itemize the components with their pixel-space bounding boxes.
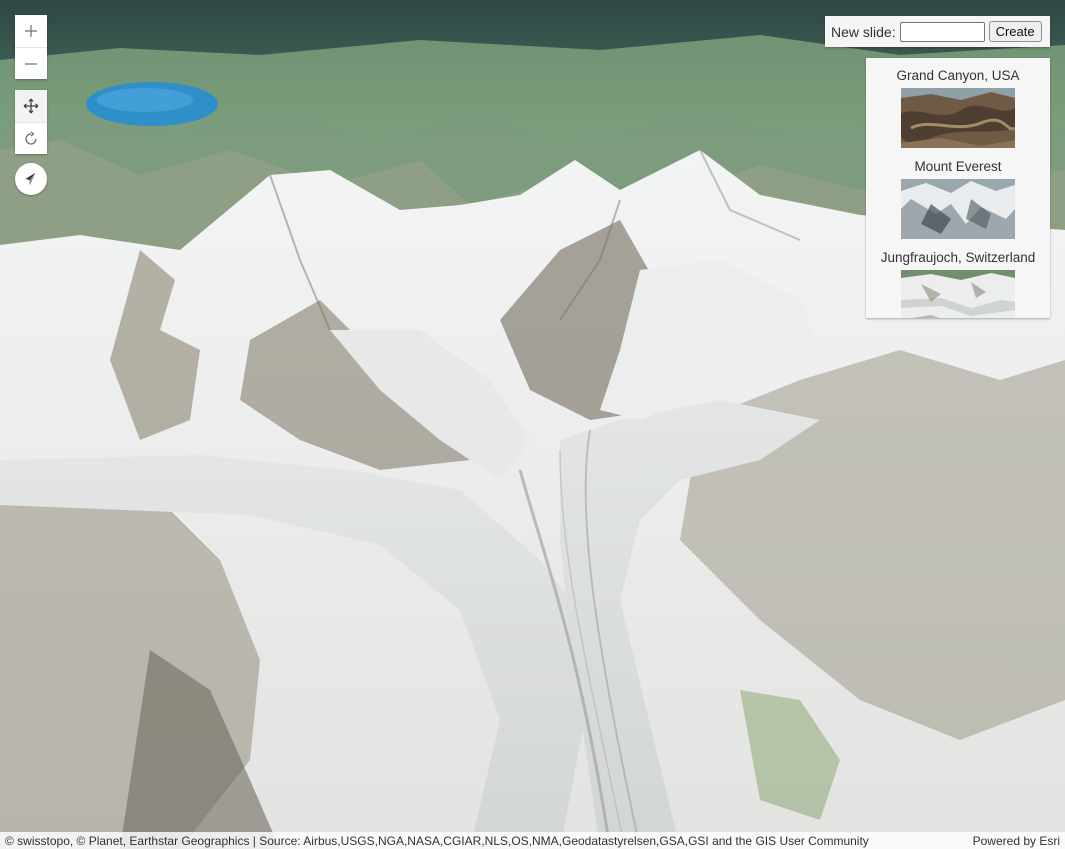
zoom-in-button[interactable] xyxy=(15,15,47,47)
rotate-button[interactable] xyxy=(15,122,47,154)
navigation-toggle xyxy=(15,90,47,154)
slide-jungfraujoch[interactable]: Jungfraujoch, Switzerland xyxy=(866,240,1050,318)
pan-button[interactable] xyxy=(15,90,47,122)
scene-view[interactable]: New slide: Create Grand Canyon, USA Moun… xyxy=(0,0,1065,849)
new-slide-input[interactable] xyxy=(899,21,985,42)
new-slide-form: New slide: Create xyxy=(825,16,1050,47)
powered-by-esri[interactable]: Powered by Esri xyxy=(973,834,1060,848)
slide-thumbnail[interactable] xyxy=(901,88,1015,148)
slide-mount-everest[interactable]: Mount Everest xyxy=(866,149,1050,239)
compass-icon xyxy=(25,173,35,185)
slide-grand-canyon[interactable]: Grand Canyon, USA xyxy=(866,58,1050,148)
slide-thumbnail[interactable] xyxy=(901,270,1015,318)
slide-title: Grand Canyon, USA xyxy=(896,68,1020,83)
lake-shine xyxy=(97,88,193,112)
slides-panel: Grand Canyon, USA Mount Everest Jungfrau… xyxy=(866,58,1050,318)
zoom-out-button[interactable] xyxy=(15,47,47,79)
rotate-icon xyxy=(25,130,37,145)
pan-arrows-icon xyxy=(23,98,39,114)
compass-button[interactable] xyxy=(15,163,47,195)
plus-icon xyxy=(25,25,37,37)
slide-thumbnail[interactable] xyxy=(901,179,1015,239)
slide-title: Jungfraujoch, Switzerland xyxy=(880,250,1036,265)
attribution-sources[interactable]: © swisstopo, © Planet, Earthstar Geograp… xyxy=(5,834,869,848)
new-slide-label: New slide: xyxy=(831,23,896,40)
zoom-controls xyxy=(15,15,47,79)
minus-icon xyxy=(25,62,37,65)
create-slide-button[interactable]: Create xyxy=(988,21,1042,42)
slide-title: Mount Everest xyxy=(914,159,1002,174)
attribution-bar: © swisstopo, © Planet, Earthstar Geograp… xyxy=(0,832,1065,849)
